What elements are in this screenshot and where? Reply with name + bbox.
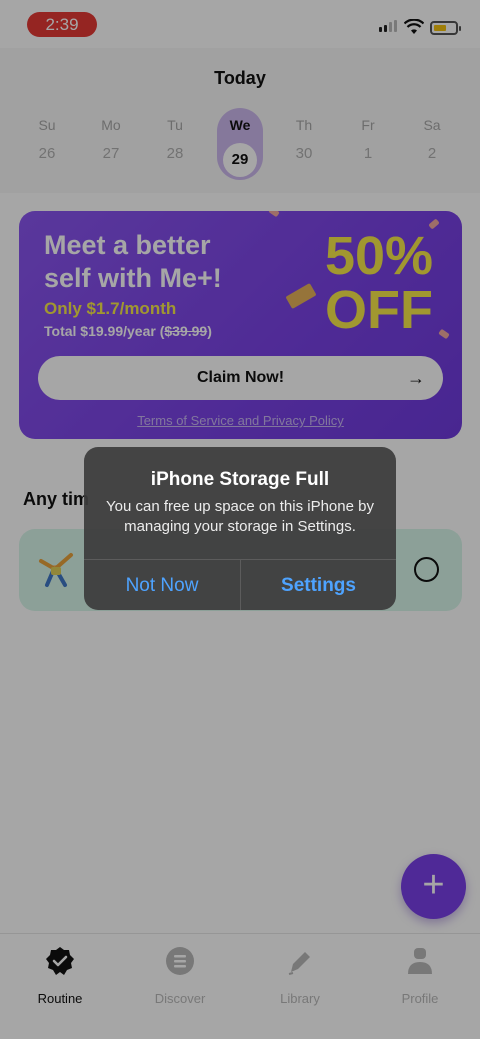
storage-full-alert: iPhone Storage Full You can free up spac… bbox=[84, 447, 396, 610]
alert-title: iPhone Storage Full bbox=[150, 469, 330, 490]
not-now-button[interactable]: Not Now bbox=[84, 560, 240, 610]
alert-button-row: Not Now Settings bbox=[84, 559, 396, 610]
settings-button[interactable]: Settings bbox=[240, 560, 396, 610]
alert-message: You can free up space on this iPhone by … bbox=[106, 498, 374, 535]
